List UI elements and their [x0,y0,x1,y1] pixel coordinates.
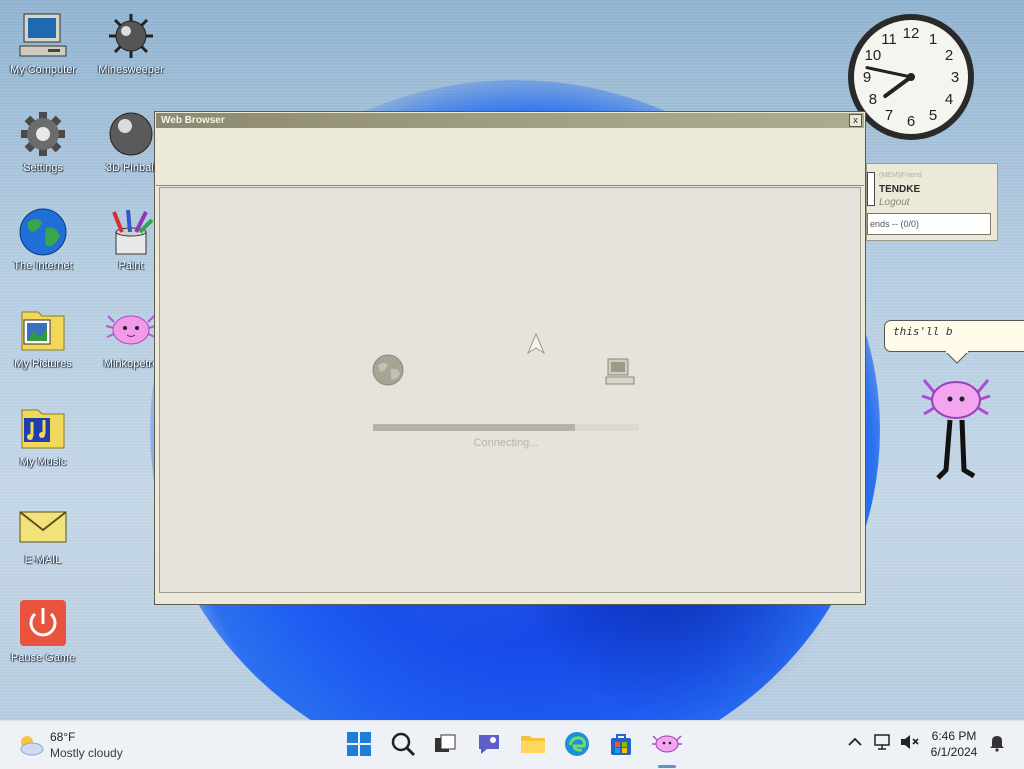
computer-icon [19,13,67,57]
mail-icon [19,511,67,543]
desktop-icon-minesweeper[interactable]: Minesweeper [88,8,174,98]
progress-bar [373,424,639,431]
desktop-icon-label: Minesweeper [98,64,164,76]
desktop-icon-settings[interactable]: Settings [0,106,86,196]
login-panel: (MEM)|Friend TENDKE Logout ends -- (0/0) [866,163,998,241]
paper-plane-icon [526,333,546,355]
desktop-icon-my-pictures[interactable]: My Pictures [0,302,86,392]
search-icon[interactable] [388,729,418,759]
clock-numeral: 8 [869,91,877,108]
clock-numeral: 5 [929,107,937,124]
clock-numeral: 12 [903,25,920,42]
edge-icon[interactable] [562,729,592,759]
mine-icon [109,14,153,58]
axolotl-app-icon[interactable] [652,729,682,759]
desktop-icon-label: Pause Game [10,652,76,664]
desktop-icon-label: E-MAIL [24,554,62,566]
clock-numeral: 10 [865,47,882,64]
browser-window[interactable]: Web Browser x Connecting... [154,111,866,605]
clock-numeral: 9 [863,69,871,86]
desktop-icon-pause-game[interactable]: Pause Game [0,596,86,686]
start-icon[interactable] [344,729,374,759]
globe-icon [372,354,404,386]
status-text: Connecting... [473,437,539,449]
tray-date: 6/1/2024 [930,745,978,759]
gear-icon [21,112,65,156]
avatar [867,172,875,206]
axolotl-mascot[interactable] [920,352,992,488]
progress-fill [373,424,576,431]
store-icon[interactable] [606,729,636,759]
clock-numeral: 7 [885,107,893,124]
task-view-icon[interactable] [430,729,460,759]
logout-link[interactable]: Logout [879,197,910,208]
desktop-icon-internet[interactable]: The Internet [0,204,86,294]
chevron-up-icon[interactable] [844,731,866,753]
chat-icon[interactable] [474,729,504,759]
clock-numeral: 11 [881,31,897,48]
clock-numeral: 1 [929,31,937,48]
member-label: (MEM)|Friend [879,172,922,179]
browser-content: Connecting... [159,187,861,593]
network-icon[interactable] [872,731,894,753]
clock-numeral: 3 [951,69,959,86]
computer-icon [605,358,635,385]
notification-bell-icon[interactable] [986,731,1008,753]
desktop-icon-label: My Music [19,456,67,468]
axolotl-icon [106,315,156,345]
friends-list[interactable]: ends -- (0/0) [867,213,991,235]
username: TENDKE [879,184,921,195]
desktop-icon-my-music[interactable]: My Music [0,400,86,490]
weather-temp: 68°F [50,730,76,744]
cloud-sun-icon [20,736,44,756]
speaker-muted-icon[interactable] [898,731,920,753]
desktop-icon-email[interactable]: E-MAIL [0,498,86,588]
clock-numeral: 6 [907,113,915,130]
pictures-folder-icon [21,311,65,351]
paint-icon [112,209,154,255]
file-explorer-icon[interactable] [518,729,548,759]
title-bar[interactable]: Web Browser x [156,113,864,128]
clock-numeral: 2 [945,47,953,64]
taskbar: 68°F Mostly cloudy 6:46 PM 6/1/2024 [0,720,1024,769]
browser-toolbar [156,129,864,186]
tray-time: 6:46 PM [931,729,977,743]
power-icon [20,600,66,646]
speech-text: this'll b [893,325,953,338]
weather-desc: Mostly cloudy [50,746,123,760]
music-folder-icon [21,409,65,449]
clock-numeral: 4 [945,91,953,108]
close-button[interactable]: x [849,114,862,127]
globe-icon [19,208,67,256]
clock-tray[interactable]: 6:46 PM 6/1/2024 [926,728,982,760]
pinball-icon [109,112,153,156]
window-title: Web Browser [161,115,225,126]
speech-bubble: this'll b [884,320,1024,364]
weather-widget[interactable]: 68°F Mostly cloudy [16,729,156,763]
desktop-icon-my-computer[interactable]: My Computer [0,8,86,98]
